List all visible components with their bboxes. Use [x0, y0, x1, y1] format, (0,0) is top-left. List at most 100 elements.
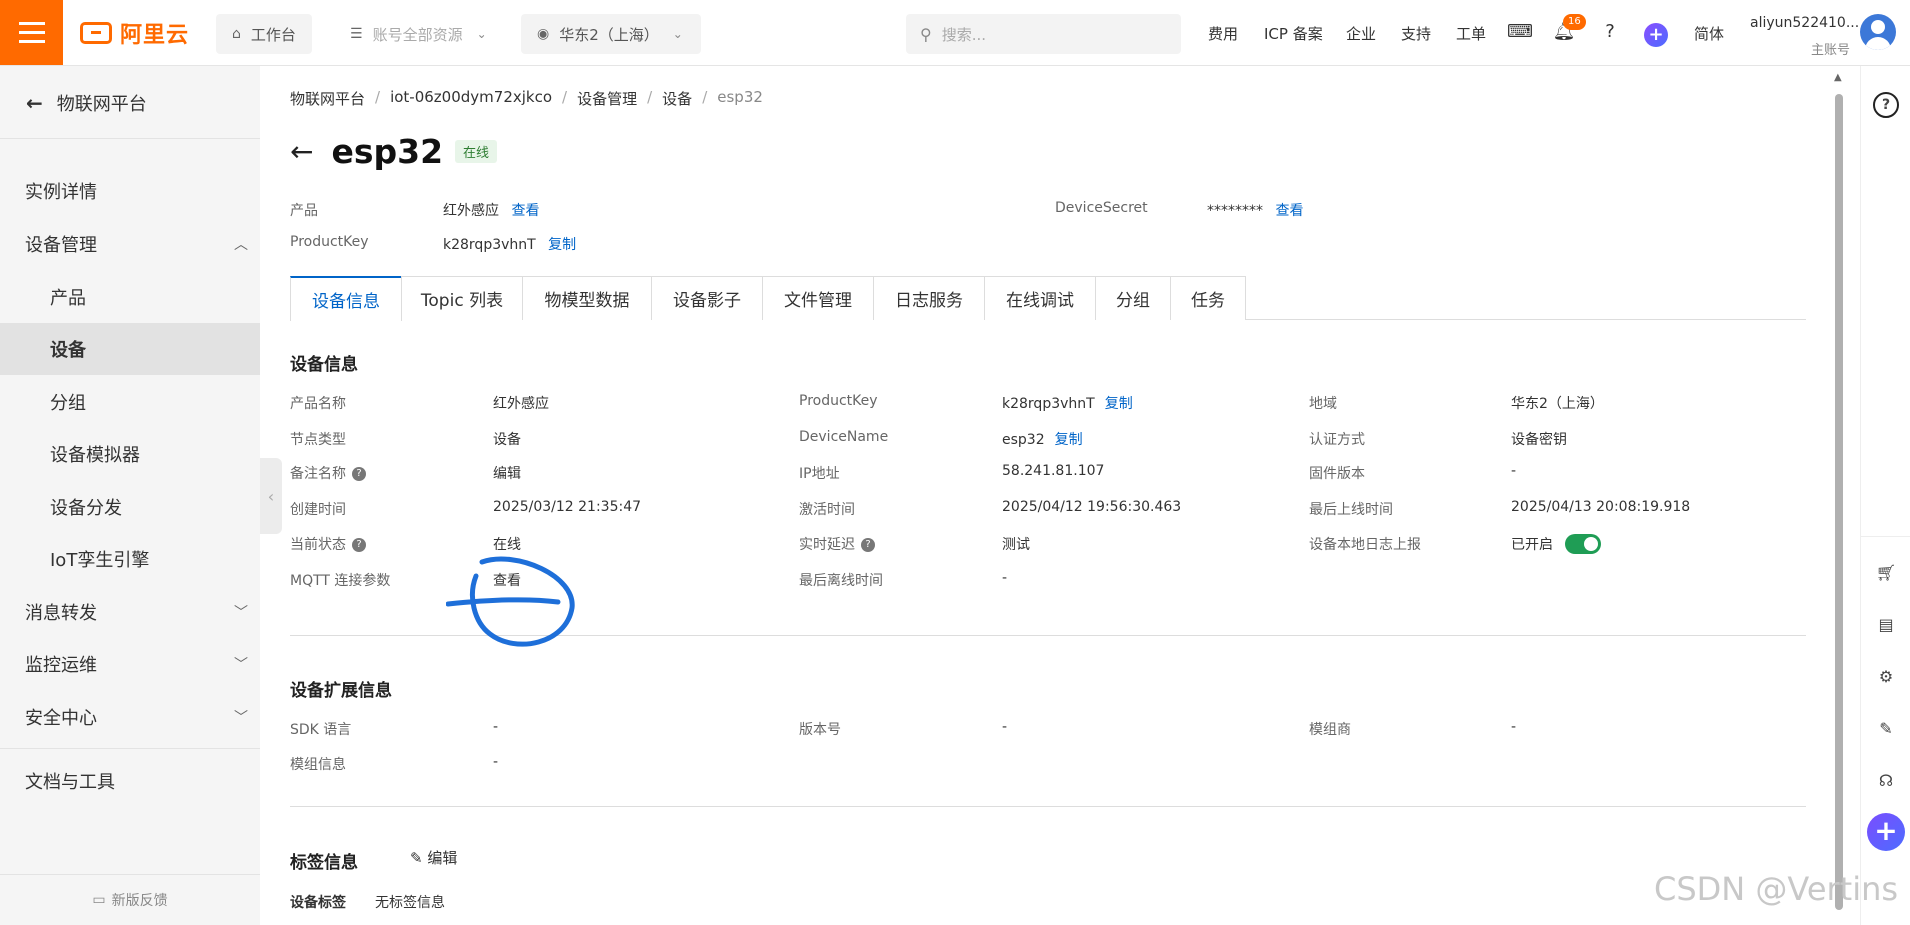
avatar[interactable]: [1860, 14, 1896, 50]
ai-assistant-icon[interactable]: +: [1644, 23, 1668, 47]
region-select[interactable]: ◉ 华东2（上海） ⌄: [521, 14, 701, 54]
nav-link-support[interactable]: 支持: [1401, 23, 1431, 44]
chevron-up-icon: ︿: [234, 237, 248, 253]
question-icon[interactable]: ?: [861, 538, 875, 552]
chevron-down-icon: ﹀: [234, 710, 248, 726]
log-report-toggle[interactable]: [1565, 534, 1601, 554]
tab-thing-model[interactable]: 物模型数据: [522, 276, 652, 320]
tag-info-title: 标签信息: [290, 853, 358, 873]
headset-icon[interactable]: ☊: [1873, 768, 1899, 794]
notification-badge: 16: [1563, 14, 1586, 30]
section-divider: [290, 635, 1806, 636]
tab-online-debug[interactable]: 在线调试: [984, 276, 1096, 320]
sidebar-item-device[interactable]: 设备: [0, 323, 260, 375]
location-icon: ◉: [537, 26, 550, 42]
product-meta-value: 红外感应 查看: [443, 200, 539, 220]
chevron-down-icon: ⌄: [672, 27, 683, 41]
sidebar-item-security[interactable]: 安全中心 ﹀: [0, 691, 260, 743]
question-icon[interactable]: ?: [352, 467, 366, 481]
field-value: -: [493, 754, 499, 770]
sidebar-item-twin-engine[interactable]: IoT孪生引擎: [0, 533, 260, 585]
ai-assistant-icon[interactable]: +: [1867, 813, 1905, 851]
breadcrumb-device[interactable]: 设备: [662, 88, 692, 109]
stack-icon: ☰: [350, 26, 363, 42]
edit-icon[interactable]: ✎: [1873, 716, 1899, 742]
terminal-icon[interactable]: ⌨: [1507, 21, 1533, 42]
aliyun-logo[interactable]: 阿里云: [80, 20, 190, 48]
sidebar-item-device-management[interactable]: 设备管理 ︿: [0, 218, 260, 270]
help-icon[interactable]: ?: [1598, 21, 1622, 42]
sidebar-item-message-forwarding[interactable]: 消息转发 ﹀: [0, 586, 260, 638]
feedback-label: 新版反馈: [111, 893, 168, 909]
copy-productkey-link[interactable]: 复制: [548, 237, 576, 253]
edit-tags-button[interactable]: ✎ 编辑: [410, 847, 457, 868]
field-label: 激活时间: [799, 502, 855, 518]
vertical-scrollbar[interactable]: ▲: [1833, 72, 1845, 922]
field-value: 58.241.81.107: [1002, 463, 1105, 479]
tab-log-service[interactable]: 日志服务: [873, 276, 985, 320]
copy-link[interactable]: 复制: [1105, 396, 1133, 412]
view-mqtt-params-link[interactable]: 查看: [493, 570, 521, 590]
sidebar-item-simulator[interactable]: 设备模拟器: [0, 428, 260, 480]
tab-device-info[interactable]: 设备信息: [290, 276, 402, 321]
view-product-link[interactable]: 查看: [511, 203, 539, 219]
question-icon[interactable]: ?: [352, 538, 366, 552]
sidebar-item-distribution[interactable]: 设备分发: [0, 481, 260, 533]
tab-task[interactable]: 任务: [1170, 276, 1246, 320]
field-value: 已开启: [1511, 537, 1553, 553]
sidebar-item-group[interactable]: 分组: [0, 376, 260, 428]
cart-icon[interactable]: 🛒︎: [1873, 560, 1899, 586]
copy-link[interactable]: 复制: [1055, 432, 1083, 448]
workbench-button[interactable]: ⌂ 工作台: [216, 14, 312, 54]
menu-icon[interactable]: [0, 0, 63, 65]
scrollbar-thumb[interactable]: [1835, 94, 1843, 910]
field-value: 2025/04/13 20:08:19.918: [1511, 499, 1691, 515]
search-input[interactable]: ⚲ 搜索...: [906, 14, 1181, 54]
feedback-button[interactable]: ▭ 新版反馈: [0, 874, 260, 925]
sidebar-back-button[interactable]: ← 物联网平台: [26, 90, 147, 116]
sidebar-item-monitoring[interactable]: 监控运维 ﹀: [0, 638, 260, 690]
language-switch[interactable]: 简体: [1694, 23, 1724, 44]
field-value: 设备密钥: [1511, 432, 1567, 448]
arrow-left-icon[interactable]: ←: [290, 135, 313, 168]
field-label: 设备本地日志上报: [1309, 537, 1421, 553]
aliyun-logo-mark: [80, 22, 112, 44]
breadcrumb-iot[interactable]: 物联网平台: [290, 88, 365, 109]
logo-text: 阿里云: [120, 23, 190, 48]
field-label: IP地址: [799, 466, 840, 482]
help-icon[interactable]: ?: [1873, 92, 1899, 118]
field-label: 固件版本: [1309, 466, 1365, 482]
edit-remark-link[interactable]: 编辑: [493, 463, 521, 483]
gear-icon[interactable]: ⚙: [1873, 664, 1899, 690]
sidebar-item-product[interactable]: 产品: [0, 271, 260, 323]
nav-link-icp[interactable]: ICP 备案: [1264, 23, 1323, 44]
sidebar-divider: [0, 748, 260, 749]
resource-group-select[interactable]: ☰ 账号全部资源 ⌄: [334, 14, 503, 54]
tab-label: 任务: [1191, 291, 1225, 311]
tab-label: 文件管理: [784, 291, 852, 311]
view-secret-link[interactable]: 查看: [1275, 203, 1303, 219]
breadcrumb-instance[interactable]: iot-06z00dym72xjkco: [390, 88, 552, 109]
breadcrumb-device-management[interactable]: 设备管理: [577, 88, 637, 109]
user-name[interactable]: aliyun522410...: [1750, 15, 1859, 31]
scroll-up-icon[interactable]: ▲: [1834, 72, 1842, 83]
field-value: 红外感应: [493, 396, 549, 412]
tab-file-management[interactable]: 文件管理: [762, 276, 874, 320]
tab-topic-list[interactable]: Topic 列表: [401, 276, 523, 320]
sidebar-item-docs-tools[interactable]: 文档与工具: [0, 755, 260, 807]
user-role: 主账号: [1811, 43, 1851, 58]
workbench-label: 工作台: [250, 25, 296, 44]
sidebar-item-instance[interactable]: 实例详情: [0, 165, 260, 217]
region-label: 华东2（上海）: [559, 25, 659, 44]
nav-link-billing[interactable]: 费用: [1208, 23, 1238, 44]
document-icon[interactable]: ▤: [1873, 612, 1899, 638]
test-latency-link[interactable]: 测试: [1002, 534, 1030, 554]
status-label-group: 当前状态?: [290, 534, 366, 554]
tab-group[interactable]: 分组: [1095, 276, 1171, 320]
nav-link-ticket[interactable]: 工单: [1456, 23, 1486, 44]
nav-link-enterprise[interactable]: 企业: [1346, 23, 1376, 44]
productkey-field: k28rqp3vhnT 复制: [1002, 393, 1133, 413]
field-value: -: [1002, 570, 1008, 586]
tab-device-shadow[interactable]: 设备影子: [651, 276, 763, 320]
field-label: ProductKey: [799, 393, 878, 409]
